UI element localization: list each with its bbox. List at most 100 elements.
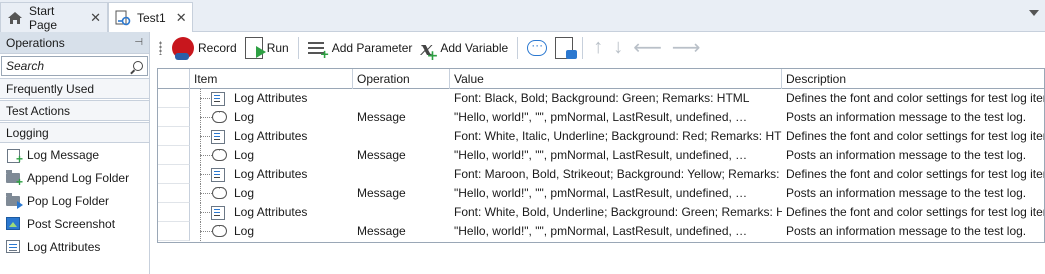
search-icon[interactable] [133, 61, 143, 71]
cell-value[interactable]: Font: White, Bold, Underline; Background… [450, 203, 782, 222]
table-row[interactable]: LogMessage"Hello, world!", "", pmNormal,… [158, 182, 1044, 203]
group-frequently-used[interactable]: Frequently Used [0, 78, 149, 99]
column-header-description[interactable]: Description [782, 69, 1045, 89]
cell-operation[interactable] [353, 203, 450, 222]
log-attributes-icon [211, 167, 227, 182]
add-variable-button[interactable]: x + Add Variable [416, 34, 512, 63]
cell-value[interactable]: Font: Maroon, Bold, Strikeout; Backgroun… [450, 165, 782, 184]
group-logging[interactable]: Logging [0, 122, 149, 143]
row-header[interactable] [158, 203, 190, 222]
cell-description[interactable]: Posts an information message to the test… [782, 184, 1044, 203]
cell-value[interactable]: Font: White, Italic, Underline; Backgrou… [450, 127, 782, 146]
table-row[interactable]: LogMessage"Hello, world!", "", pmNormal,… [158, 106, 1044, 127]
table-row[interactable]: Log Attributes Font: Black, Bold; Backgro… [158, 89, 1044, 108]
cell-item[interactable]: Log Attributes [230, 165, 353, 184]
operation-append-log-folder[interactable]: + Append Log Folder [0, 166, 149, 189]
pop-log-folder-icon [6, 192, 23, 209]
table-row[interactable]: LogMessage"Hello, world!", "", pmNormal,… [158, 144, 1044, 165]
toolbar-separator [582, 36, 584, 59]
cell-value[interactable]: "Hello, world!", "", pmNormal, LastResul… [450, 108, 782, 127]
record-icon [172, 36, 194, 60]
log-message-icon: + [15, 151, 23, 166]
tab-test1[interactable]: Test1 ✕ [108, 2, 193, 33]
operation-log-message[interactable]: + Log Message [0, 143, 149, 166]
row-header[interactable] [158, 127, 190, 146]
log-attributes-icon [6, 239, 22, 255]
cell-item[interactable]: Log Attributes [230, 127, 353, 146]
cell-item[interactable]: Log Attributes [230, 203, 353, 222]
tab-start-page[interactable]: Start Page ✕ [0, 2, 108, 32]
tab-list-dropdown-icon[interactable] [1029, 10, 1039, 16]
column-header-value[interactable]: Value [450, 69, 782, 89]
cell-description[interactable]: Posts an information message to the test… [782, 108, 1044, 127]
pin-icon[interactable]: ⊣ [134, 37, 143, 48]
run-button[interactable]: Run [241, 34, 293, 62]
group-test-actions[interactable]: Test Actions [0, 100, 149, 121]
tab-label: Test1 [137, 11, 166, 25]
cell-value[interactable]: "Hello, world!", "", pmNormal, LastResul… [450, 222, 782, 241]
keyword-test-icon [115, 10, 131, 26]
cell-operation[interactable] [353, 165, 450, 184]
cell-description[interactable]: Defines the font and color settings for … [782, 127, 1044, 146]
operation-post-screenshot[interactable]: Post Screenshot [0, 212, 149, 235]
search-placeholder: Search [6, 59, 45, 73]
log-attributes-icon [211, 129, 227, 144]
run-label: Run [266, 40, 289, 55]
log-attributes-icon [211, 91, 227, 106]
move-right-icon[interactable]: ⟶ [667, 35, 706, 60]
move-left-icon[interactable]: ⟵ [628, 35, 667, 60]
cell-operation[interactable]: Message [353, 184, 450, 203]
cell-operation[interactable] [353, 127, 450, 146]
operation-log-attributes[interactable]: Log Attributes [0, 235, 149, 258]
move-down-icon[interactable]: ↓ [608, 36, 628, 59]
grid-header: Item Operation Value Description [158, 69, 1044, 89]
cell-item[interactable]: Log [230, 222, 353, 241]
operation-pop-log-folder[interactable]: Pop Log Folder [0, 189, 149, 212]
cell-item[interactable]: Log [230, 184, 353, 203]
table-row[interactable]: Log Attributes Font: Maroon, Bold, Strike… [158, 165, 1044, 184]
cell-operation[interactable]: Message [353, 222, 450, 241]
close-icon[interactable]: ✕ [90, 10, 101, 26]
cell-operation[interactable] [353, 89, 450, 108]
row-header[interactable] [158, 184, 190, 203]
operation-label: Append Log Folder [27, 170, 130, 185]
cell-value[interactable]: Font: Black, Bold; Background: Green; Re… [450, 89, 782, 108]
close-icon[interactable]: ✕ [176, 10, 187, 26]
cell-operation[interactable]: Message [353, 146, 450, 165]
add-tag-button[interactable] [551, 34, 578, 62]
grid-empty-area [157, 243, 1045, 274]
cell-value[interactable]: "Hello, world!", "", pmNormal, LastResul… [450, 184, 782, 203]
row-header[interactable] [158, 108, 190, 127]
run-icon [244, 36, 266, 59]
operation-label: Log Attributes [27, 239, 101, 254]
row-header[interactable] [158, 89, 190, 108]
append-log-folder-icon: + [6, 169, 23, 188]
search-input[interactable]: Search [1, 56, 148, 76]
log-icon [212, 220, 227, 237]
row-header[interactable] [158, 165, 190, 184]
add-parameter-icon: + [307, 38, 329, 61]
add-comment-button[interactable] [523, 34, 551, 62]
cell-item[interactable]: Log [230, 146, 353, 165]
column-header-item[interactable]: Item [190, 69, 353, 89]
cell-description[interactable]: Defines the font and color settings for … [782, 203, 1044, 222]
cell-item[interactable]: Log [230, 108, 353, 127]
cell-description[interactable]: Defines the font and color settings for … [782, 89, 1044, 108]
cell-operation[interactable]: Message [353, 108, 450, 127]
cell-value[interactable]: "Hello, world!", "", pmNormal, LastResul… [450, 146, 782, 165]
cell-description[interactable]: Posts an information message to the test… [782, 146, 1044, 165]
record-label: Record [198, 40, 237, 55]
table-row[interactable]: LogMessage"Hello, world!", "", pmNormal,… [158, 220, 1044, 241]
table-row[interactable]: Log Attributes Font: White, Bold, Underli… [158, 203, 1044, 222]
move-up-icon[interactable]: ↑ [588, 36, 608, 59]
column-header-operation[interactable]: Operation [353, 69, 450, 89]
record-button[interactable]: Record [168, 34, 241, 62]
row-header[interactable] [158, 222, 190, 241]
table-row[interactable]: Log Attributes Font: White, Italic, Under… [158, 127, 1044, 146]
row-header[interactable] [158, 146, 190, 165]
toolbar-grip[interactable] [159, 40, 162, 55]
add-parameter-button[interactable]: + Add Parameter [304, 34, 417, 62]
cell-item[interactable]: Log Attributes [230, 89, 353, 108]
cell-description[interactable]: Defines the font and color settings for … [782, 165, 1044, 184]
cell-description[interactable]: Posts an information message to the test… [782, 222, 1044, 241]
